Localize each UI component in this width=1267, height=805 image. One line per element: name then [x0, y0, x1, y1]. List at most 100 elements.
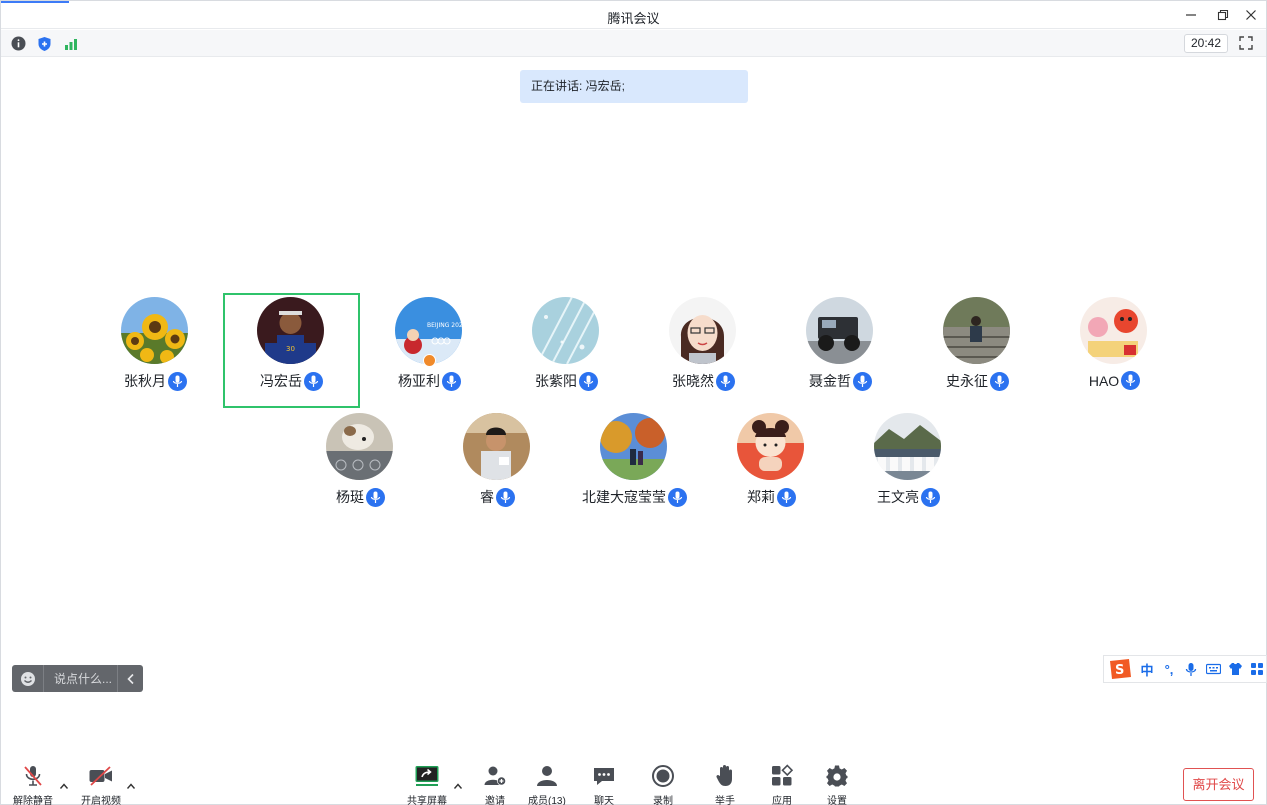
microphone-icon: [442, 371, 461, 391]
microphone-muted-icon: [20, 763, 46, 789]
hand-icon: [712, 763, 738, 789]
avatar: [874, 413, 941, 480]
restore-button[interactable]: [1212, 5, 1234, 25]
invite-button[interactable]: 邀请: [482, 763, 508, 805]
avatar: [600, 413, 667, 480]
participant-name: 冯宏岳: [260, 373, 302, 389]
participant-name: 张紫阳: [535, 373, 577, 389]
avatar: [532, 297, 599, 364]
unmute-button[interactable]: 解除静音: [13, 763, 53, 805]
active-speaker-banner: 正在讲话: 冯宏岳;: [520, 70, 748, 103]
participant-tile[interactable]: 郑莉: [703, 409, 840, 524]
meeting-window: 腾讯会议 20:42 正在讲话: 冯宏岳; 张秋月 30 冯宏岳 BEIJING…: [0, 0, 1267, 805]
participant-tile[interactable]: 杨珽: [292, 409, 429, 524]
participant-tile[interactable]: HAO: [1046, 293, 1183, 408]
participant-tile[interactable]: BEIJING 2022 杨亚利: [361, 293, 498, 408]
unmute-label: 解除静音: [13, 796, 53, 805]
microphone-icon: [716, 371, 735, 391]
microphone-icon: [496, 487, 515, 507]
title-bar: 腾讯会议: [1, 1, 1266, 29]
microphone-icon: [304, 371, 323, 391]
minimize-button[interactable]: [1180, 5, 1202, 25]
title-accent: [1, 1, 69, 3]
keyboard-icon[interactable]: [1204, 659, 1222, 679]
audio-options-chevron-up-icon[interactable]: [59, 777, 71, 789]
svg-text:S: S: [1115, 663, 1124, 678]
start-video-button[interactable]: 开启视频: [81, 763, 121, 805]
participant-name: HAO: [1088, 372, 1120, 389]
microphone-icon: [1121, 371, 1141, 390]
participant-name: 张秋月: [124, 373, 166, 389]
participant-tile[interactable]: 史永征: [909, 293, 1046, 408]
signal-strength-icon[interactable]: [62, 35, 79, 52]
skin-shirt-icon[interactable]: [1226, 659, 1244, 679]
participant-tile[interactable]: 北建大寇莹莹: [566, 409, 703, 524]
participant-name: 王文亮: [877, 489, 919, 505]
chat-label: 聊天: [594, 796, 614, 805]
participant-name: 郑莉: [747, 489, 775, 505]
host-badge-icon: [423, 354, 436, 367]
microphone-icon: [668, 487, 687, 507]
avatar: [943, 297, 1010, 364]
microphone-icon: [579, 371, 598, 391]
microphone-icon: [990, 371, 1009, 391]
avatar: [737, 413, 804, 480]
raise-hand-label: 举手: [715, 796, 735, 805]
ime-language-toggle[interactable]: 中: [1138, 659, 1156, 679]
shield-icon[interactable]: [36, 35, 53, 52]
participant-tile[interactable]: 张秋月: [87, 293, 224, 408]
meeting-clock: 20:42: [1183, 34, 1228, 53]
members-icon: [534, 763, 560, 789]
participant-tile[interactable]: 睿: [429, 409, 566, 524]
share-screen-label: 共享屏幕: [407, 796, 447, 805]
participant-tile[interactable]: 王文亮: [840, 409, 977, 524]
add-user-icon: [482, 763, 508, 789]
record-button[interactable]: 录制: [650, 763, 676, 805]
invite-label: 邀请: [485, 796, 505, 805]
participant-tile[interactable]: 聂金哲: [772, 293, 909, 408]
sogou-logo-icon[interactable]: S: [1106, 656, 1134, 682]
info-icon[interactable]: [10, 35, 27, 52]
gear-icon: [824, 763, 850, 789]
share-options-chevron-up-icon[interactable]: [453, 777, 465, 789]
ime-toolbar: S 中 °,: [1103, 655, 1267, 683]
fullscreen-icon[interactable]: [1238, 35, 1256, 53]
share-screen-button[interactable]: 共享屏幕: [407, 763, 447, 805]
window-title: 腾讯会议: [607, 11, 660, 26]
chat-button[interactable]: 聊天: [591, 763, 617, 805]
members-label: 成员(13): [528, 796, 566, 805]
avatar: [326, 413, 393, 480]
participant-name: 杨亚利: [398, 373, 440, 389]
microphone-icon: [777, 487, 796, 507]
ime-punctuation-toggle[interactable]: °,: [1160, 659, 1178, 679]
leave-meeting-button[interactable]: 离开会议: [1183, 768, 1254, 801]
raise-hand-button[interactable]: 举手: [712, 763, 738, 805]
microphone-icon: [168, 371, 187, 391]
members-button[interactable]: 成员(13): [528, 763, 566, 805]
chat-placeholder[interactable]: 说点什么...: [44, 670, 117, 687]
emoji-icon[interactable]: [12, 665, 44, 692]
close-button[interactable]: [1240, 5, 1262, 25]
apps-button[interactable]: 应用: [769, 763, 795, 805]
participant-tile-active-speaker[interactable]: 30 冯宏岳: [223, 293, 360, 408]
microphone-icon: [853, 371, 872, 391]
microphone-icon[interactable]: [1182, 659, 1200, 679]
participant-name: 张晓然: [672, 373, 714, 389]
settings-button[interactable]: 设置: [824, 763, 850, 805]
avatar: [463, 413, 530, 480]
apps-label: 应用: [772, 796, 792, 805]
avatar: [1080, 297, 1147, 364]
participant-tile[interactable]: 张紫阳: [498, 293, 635, 408]
settings-label: 设置: [827, 796, 847, 805]
avatar: [669, 297, 736, 364]
participant-tile[interactable]: 张晓然: [635, 293, 772, 408]
video-options-chevron-up-icon[interactable]: [126, 777, 138, 789]
toolbox-grid-icon[interactable]: [1248, 659, 1266, 679]
microphone-icon: [366, 487, 385, 507]
avatar: 30: [257, 297, 324, 364]
camera-off-icon: [88, 763, 114, 789]
chat-input-bar[interactable]: 说点什么...: [12, 665, 143, 692]
chevron-left-icon[interactable]: [117, 665, 143, 692]
start-video-label: 开启视频: [81, 796, 121, 805]
record-label: 录制: [653, 796, 673, 805]
